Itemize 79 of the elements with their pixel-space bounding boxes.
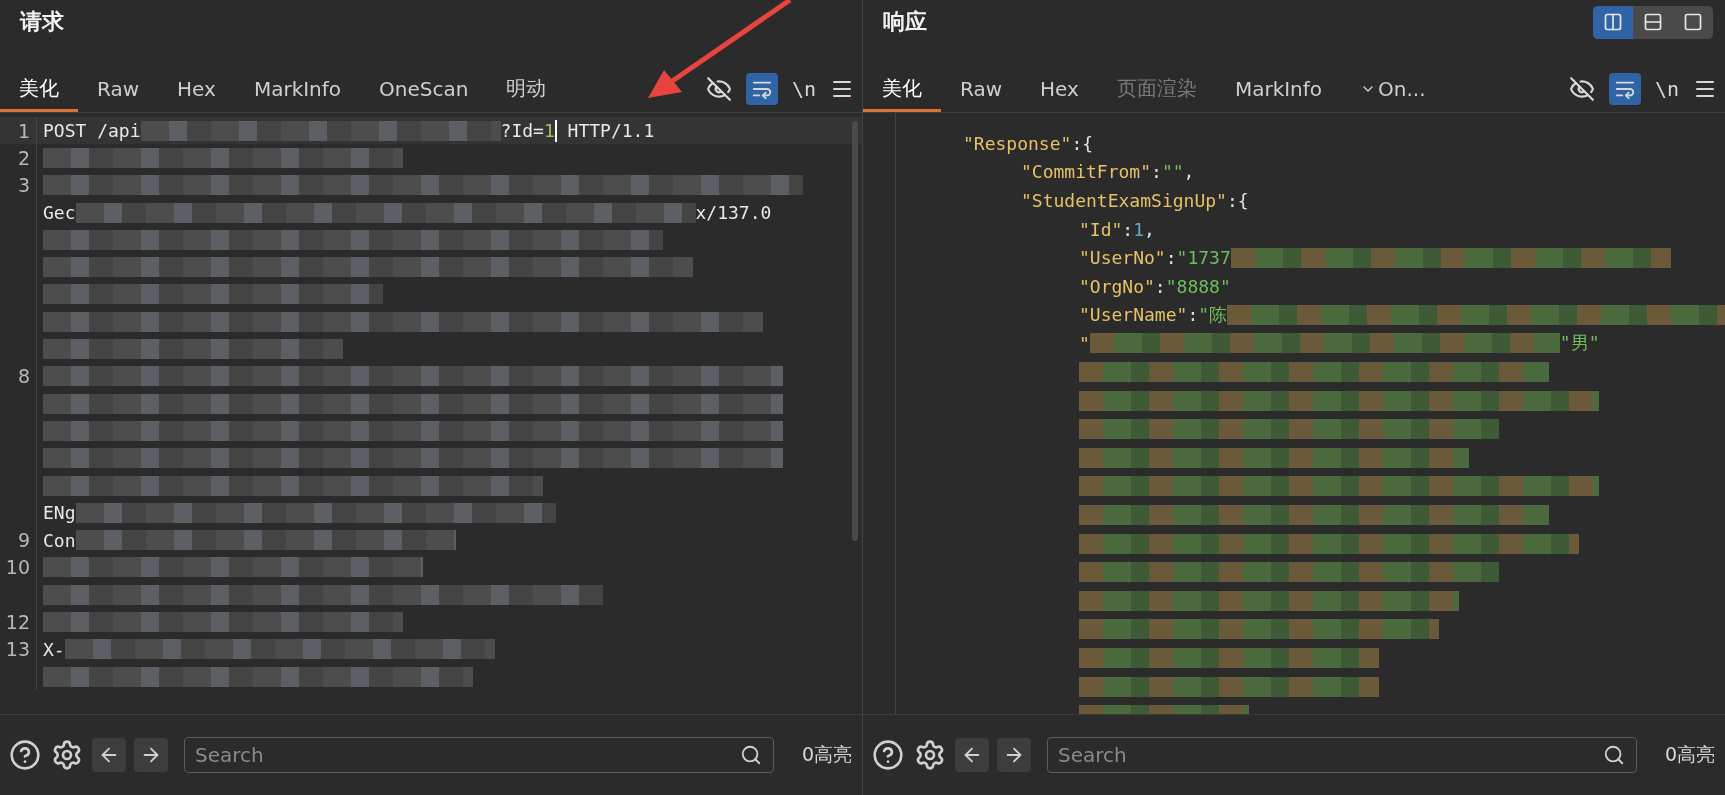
search-field[interactable]: Search	[184, 737, 774, 773]
panel-title: 请求	[20, 8, 64, 36]
code-text: ENg	[43, 502, 76, 524]
code-text: :	[1122, 218, 1134, 240]
json-key: "CommitFrom"	[1021, 161, 1152, 183]
highlight-count: 0高亮	[801, 742, 852, 767]
line-number: 13	[0, 635, 37, 663]
previous-button[interactable]	[92, 738, 126, 772]
code-text: ,	[1183, 161, 1195, 183]
settings-icon[interactable]	[51, 739, 83, 771]
code-text: Con	[43, 529, 76, 551]
tab[interactable]: 美化	[863, 68, 941, 112]
search-icon	[1602, 744, 1625, 766]
highlight-count: 0高亮	[1664, 742, 1715, 767]
newline-toggle[interactable]: \n	[791, 76, 816, 101]
split-columns-button[interactable]	[1593, 5, 1633, 39]
code-text: ?Id=	[500, 120, 544, 142]
eye-off-icon[interactable]	[1568, 75, 1595, 102]
square-icon	[1683, 12, 1703, 32]
search-icon	[739, 744, 762, 766]
next-button[interactable]	[134, 738, 168, 772]
line-number: 2	[0, 144, 37, 172]
code-text: HTTP/1.1	[566, 120, 655, 142]
rows-icon	[1643, 12, 1663, 32]
json-key: "OrgNo"	[1079, 275, 1155, 297]
line-number: 3	[0, 171, 37, 199]
panel-title: 响应	[883, 8, 927, 36]
json-string: ""	[1161, 161, 1184, 183]
help-icon[interactable]	[9, 739, 41, 771]
code-text: :	[1187, 304, 1199, 326]
line-number: 12	[0, 608, 37, 636]
search-field[interactable]: Search	[1047, 737, 1637, 773]
json-string: "1737	[1176, 247, 1231, 269]
code-text: :	[1154, 275, 1166, 297]
tab[interactable]: Raw	[941, 68, 1022, 112]
json-string: "陈	[1198, 302, 1228, 327]
code-text: :	[1165, 247, 1177, 269]
code-text: X-	[43, 638, 65, 660]
json-key: "UserNo"	[1079, 247, 1166, 269]
tab[interactable]: Raw	[78, 68, 159, 112]
json-key: "Id"	[1079, 218, 1123, 240]
code-text: :{	[1226, 190, 1249, 211]
wrap-text-button[interactable]	[745, 72, 778, 105]
json-string: "8888"	[1165, 275, 1231, 297]
tab[interactable]: 美化	[0, 68, 78, 112]
line-number: 10	[0, 553, 37, 582]
tab[interactable]: OneScan	[360, 68, 488, 112]
code-number: 1	[543, 120, 555, 142]
settings-icon[interactable]	[914, 739, 946, 771]
tab[interactable]: Hex	[1021, 68, 1098, 112]
code-text: :	[1151, 161, 1162, 183]
wrap-text-button[interactable]	[1608, 72, 1641, 105]
tab[interactable]: 明动	[487, 68, 566, 112]
json-key: "Response"	[963, 132, 1072, 154]
tab[interactable]: Hex	[158, 68, 235, 112]
json-key: "	[1079, 332, 1090, 354]
text-cursor	[554, 119, 557, 142]
code-number: 1	[1133, 218, 1145, 240]
next-button[interactable]	[997, 738, 1031, 772]
scrollbar[interactable]	[852, 121, 858, 541]
eye-off-icon[interactable]	[705, 75, 732, 102]
previous-button[interactable]	[955, 738, 989, 772]
json-string: "男"	[1559, 331, 1600, 356]
newline-toggle[interactable]: \n	[1654, 76, 1679, 101]
code-text: Gec	[43, 202, 76, 224]
code-text: POST /api	[43, 120, 141, 142]
code-text: x/137.0	[695, 202, 772, 224]
code-text: :{	[1071, 132, 1094, 154]
json-key: "UserName"	[1079, 304, 1188, 326]
line-number: 1	[0, 117, 37, 145]
code-text: ,	[1144, 218, 1155, 240]
tab[interactable]: MarkInfo	[1215, 68, 1342, 112]
help-icon[interactable]	[872, 739, 904, 771]
line-number: 9	[0, 526, 37, 554]
tab[interactable]: MarkInfo	[234, 68, 361, 112]
json-key: "StudentExamSignUp"	[1021, 190, 1227, 211]
columns-icon	[1603, 12, 1623, 32]
tab[interactable]: On...	[1341, 68, 1445, 112]
line-number: 8	[0, 362, 37, 390]
